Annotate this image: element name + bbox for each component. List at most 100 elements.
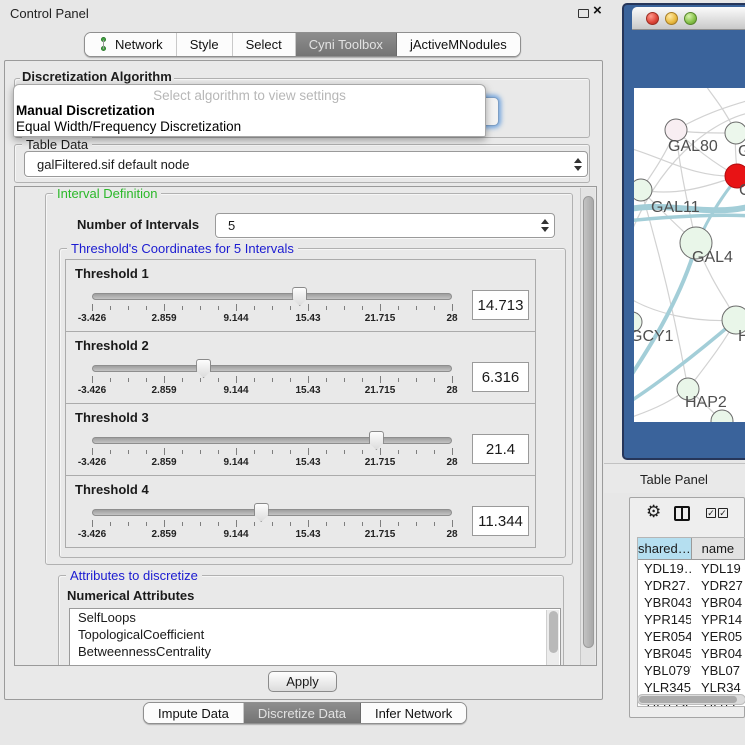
- slider-tick: [218, 522, 219, 526]
- network-node[interactable]: [725, 122, 745, 144]
- slider-thumb[interactable]: [196, 359, 211, 378]
- table-cell[interactable]: YER05: [691, 628, 745, 645]
- control-panel-tabstrip: Network Style Select Cyni Toolbox jActiv…: [84, 32, 521, 57]
- scrollbar-thumb[interactable]: [639, 696, 737, 703]
- network-node[interactable]: [634, 179, 652, 201]
- slider-thumb[interactable]: [292, 287, 307, 306]
- slider-tick-label: 21.715: [365, 457, 396, 468]
- column-header-name[interactable]: name: [692, 538, 745, 559]
- algorithm-option-equal-width[interactable]: Equal Width/Frequency Discretization: [14, 119, 485, 135]
- network-node-label: C: [739, 182, 745, 199]
- slider-tick: [434, 450, 435, 454]
- table-panel-header: Table Panel: [604, 463, 745, 493]
- checkbox-icon[interactable]: ✓: [706, 508, 716, 518]
- slider-thumb[interactable]: [369, 431, 384, 450]
- table-row[interactable]: YER054CYER05: [638, 628, 745, 645]
- attributes-group-title: Attributes to discretize: [66, 568, 202, 583]
- slider-tick: [434, 522, 435, 526]
- table-data-combobox[interactable]: galFiltered.sif default node: [24, 151, 588, 177]
- table-horizontal-scrollbar[interactable]: [637, 694, 745, 705]
- tab-infer-network[interactable]: Infer Network: [361, 703, 466, 723]
- table-cell[interactable]: YBL07: [691, 662, 745, 679]
- table-row[interactable]: YBR043CYBR04: [638, 594, 745, 611]
- slider-tick: [344, 450, 345, 454]
- tab-network[interactable]: Network: [85, 33, 177, 56]
- table-cell[interactable]: YBR045C: [638, 645, 691, 662]
- attributes-list-scrollbar[interactable]: [546, 610, 559, 666]
- columns-icon[interactable]: [674, 506, 690, 521]
- close-icon[interactable]: ×: [593, 2, 602, 19]
- threshold-value-field[interactable]: 21.4: [472, 434, 529, 464]
- table-row[interactable]: YBR045CYBR04: [638, 645, 745, 662]
- slider-tick: [146, 306, 147, 310]
- tab-select[interactable]: Select: [233, 33, 296, 56]
- slider-thumb[interactable]: [254, 503, 269, 522]
- network-graph: GAL80GACGAL11GAL4GCY1HHAP2: [634, 88, 745, 422]
- threshold-panel: Threshold 4 -3.4262.8599.14415.4321.7152…: [65, 475, 536, 548]
- table-cell[interactable]: YDL19: [691, 560, 745, 577]
- float-window-icon[interactable]: [578, 9, 589, 18]
- table-cell[interactable]: YBR04: [691, 594, 745, 611]
- slider-tick: [452, 520, 453, 527]
- table-cell[interactable]: YPR145W: [638, 611, 691, 628]
- slider-tick: [326, 522, 327, 526]
- apply-button[interactable]: Apply: [268, 671, 337, 692]
- attr-items-container: SelfLoopsTopologicalCoefficientBetweenne…: [70, 609, 560, 660]
- slider-tick: [236, 304, 237, 311]
- table-cell[interactable]: YDR27: [691, 577, 745, 594]
- network-node-label: GA: [738, 143, 745, 160]
- scrollbar-thumb[interactable]: [549, 611, 558, 653]
- tab-jactivemnodules[interactable]: jActiveMNodules: [397, 33, 520, 56]
- table-cell[interactable]: YBL079W: [638, 662, 691, 679]
- tab-impute-data[interactable]: Impute Data: [144, 703, 244, 723]
- network-canvas[interactable]: GAL80GACGAL11GAL4GCY1HHAP2: [634, 88, 745, 422]
- interval-definition-group: Interval Definition Number of Intervals …: [45, 193, 573, 565]
- threshold-value-field[interactable]: 14.713: [472, 290, 529, 320]
- network-node[interactable]: [711, 410, 733, 422]
- slider-track[interactable]: [92, 509, 452, 516]
- table-cell[interactable]: YBR043C: [638, 594, 691, 611]
- table-cell[interactable]: YDL19…: [638, 560, 691, 577]
- attribute-list-item[interactable]: SelfLoops: [70, 609, 560, 626]
- algorithm-option-manual[interactable]: Manual Discretization: [14, 103, 485, 119]
- scrollbar-thumb[interactable]: [583, 196, 594, 648]
- threshold-label: Threshold 2: [75, 338, 149, 353]
- number-of-intervals-combobox[interactable]: 5: [215, 213, 555, 238]
- tab-cyni-toolbox[interactable]: Cyni Toolbox: [296, 33, 397, 56]
- slider-tick: [290, 378, 291, 382]
- network-window-titlebar[interactable]: [632, 7, 745, 30]
- slider-tick: [236, 448, 237, 455]
- table-row[interactable]: YBL079WYBL07: [638, 662, 745, 679]
- table-cell[interactable]: YBR04: [691, 645, 745, 662]
- close-traffic-light-icon[interactable]: [646, 12, 659, 25]
- table-cell[interactable]: YPR14: [691, 611, 745, 628]
- slider-track[interactable]: [92, 365, 452, 372]
- table-row[interactable]: YDR27…YDR27: [638, 577, 745, 594]
- zoom-traffic-light-icon[interactable]: [684, 12, 697, 25]
- table-cell[interactable]: YER054C: [638, 628, 691, 645]
- slider-track[interactable]: [92, 293, 452, 300]
- slider-tick: [290, 450, 291, 454]
- column-header-shared-name[interactable]: shared…: [638, 538, 692, 559]
- gear-icon[interactable]: ⚙: [646, 502, 661, 522]
- minimize-traffic-light-icon[interactable]: [665, 12, 678, 25]
- network-node-label: HAP2: [685, 394, 727, 411]
- slider-tick-label: 2.859: [151, 529, 176, 540]
- table-cell[interactable]: YDR27…: [638, 577, 691, 594]
- attribute-list-item[interactable]: TopologicalCoefficient: [70, 626, 560, 643]
- checkbox-icon[interactable]: ✓: [718, 508, 728, 518]
- slider-tick: [218, 306, 219, 310]
- table-row[interactable]: YDL19…YDL19: [638, 560, 745, 577]
- table-row[interactable]: YPR145WYPR14: [638, 611, 745, 628]
- network-view-window[interactable]: GAL80GACGAL11GAL4GCY1HHAP2: [622, 3, 745, 460]
- slider-tick-label: 28: [446, 385, 457, 396]
- tab-discretize-data[interactable]: Discretize Data: [244, 703, 361, 723]
- slider-track[interactable]: [92, 437, 452, 444]
- threshold-value-field[interactable]: 6.316: [472, 362, 529, 392]
- slider-tick: [398, 522, 399, 526]
- numerical-attributes-list[interactable]: SelfLoopsTopologicalCoefficientBetweenne…: [69, 608, 561, 666]
- attribute-list-item[interactable]: BetweennessCentrality: [70, 643, 560, 660]
- tab-style[interactable]: Style: [177, 33, 233, 56]
- threshold-value-field[interactable]: 11.344: [472, 506, 529, 536]
- settings-vertical-scrollbar[interactable]: [580, 188, 595, 666]
